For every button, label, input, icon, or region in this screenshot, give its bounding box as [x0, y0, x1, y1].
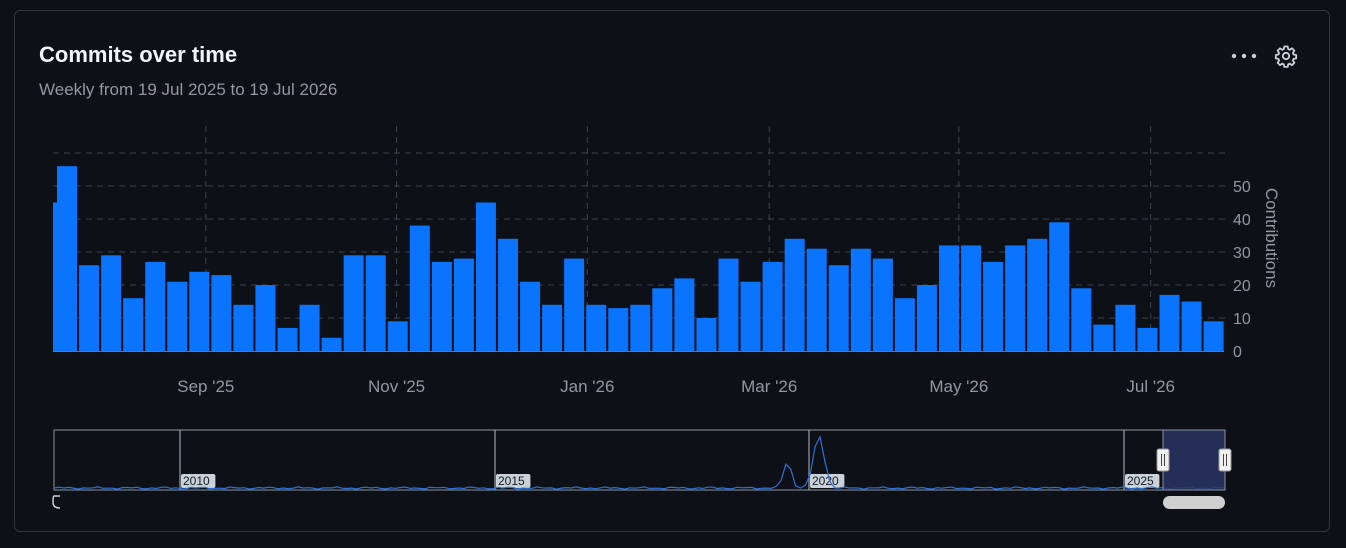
more-options-button[interactable] [1229, 41, 1259, 71]
chart-title: Commits over time [39, 42, 238, 67]
gear-icon [1274, 45, 1298, 68]
kebab-horizontal-icon [1231, 53, 1257, 59]
commits-chart-card: Commits over time Weekly from 19 Jul 202… [14, 10, 1330, 532]
settings-button[interactable] [1271, 41, 1301, 71]
chart-subtitle: Weekly from 19 Jul 2025 to 19 Jul 2026 [39, 80, 338, 99]
